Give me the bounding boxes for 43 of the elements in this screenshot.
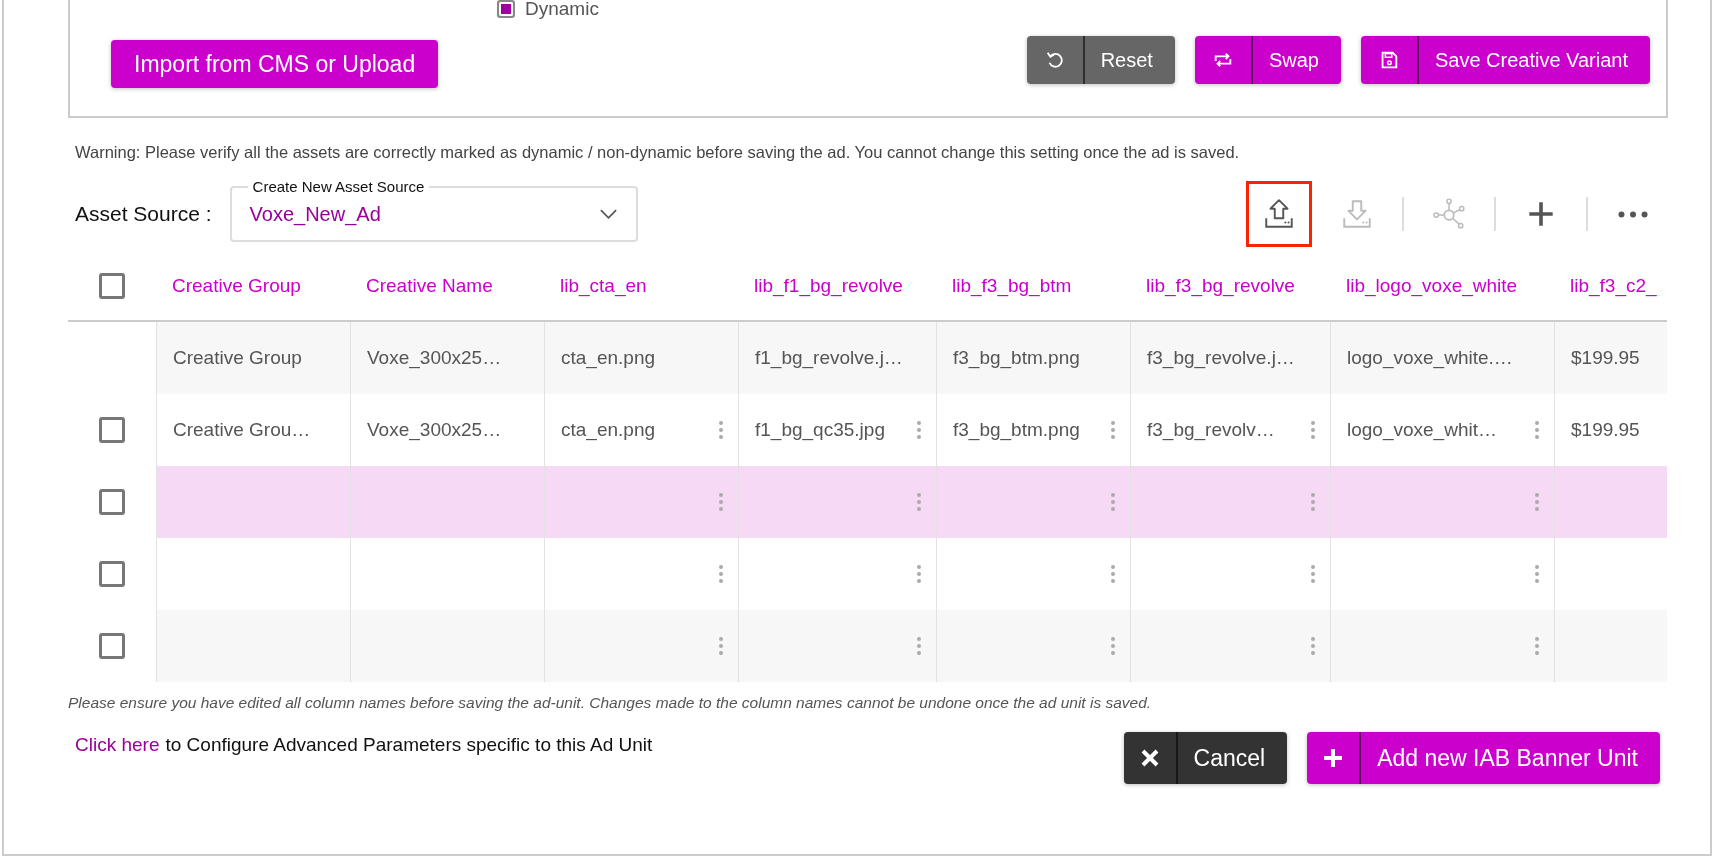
- click-here-link[interactable]: Click here: [75, 734, 160, 756]
- row-checkbox[interactable]: [99, 489, 125, 515]
- dynamic-label: Dynamic: [525, 0, 599, 18]
- row-checkbox[interactable]: [99, 633, 125, 659]
- table-row[interactable]: Creative Group Voxe_300x25… cta_en.png f1_bg_revolve.j… f3_bg_btm.png f3_bg_revolve.j… logo_voxe_white.… $199.95: [156, 322, 1667, 394]
- advanced-parameters-text: to Configure Advanced Parameters specific to this Ad Unit: [165, 734, 653, 756]
- vertical-dots-icon[interactable]: [718, 420, 724, 440]
- vertical-dots-icon[interactable]: [718, 492, 724, 512]
- swap-button[interactable]: Swap: [1194, 36, 1341, 84]
- vertical-dots-icon[interactable]: [718, 636, 724, 656]
- dynamic-checkbox[interactable]: [497, 0, 515, 18]
- row-checkbox[interactable]: [99, 417, 125, 443]
- reset-button[interactable]: Reset: [1026, 36, 1175, 84]
- asset-source-label: Asset Source :: [75, 202, 212, 226]
- vertical-dots-icon[interactable]: [1110, 420, 1116, 440]
- warning-text: Warning: Please verify all the assets are correctly marked as dynamic / non-dynamic before saving the ad. You cannot change this setting once the ad is saved.: [75, 142, 1241, 162]
- vertical-dots-icon[interactable]: [1110, 564, 1116, 584]
- vertical-dots-icon[interactable]: [1534, 564, 1540, 584]
- vertical-dots-icon[interactable]: [1310, 636, 1316, 656]
- vertical-dots-icon[interactable]: [1534, 420, 1540, 440]
- vertical-dots-icon[interactable]: [1110, 492, 1116, 512]
- note-text: Please ensure you have edited all column names before saving the ad-unit. Changes made to the column names cannot be undone once the ad unit is saved.: [68, 694, 1153, 712]
- row-checkbox[interactable]: [99, 561, 125, 587]
- save-button[interactable]: Save Creative Variant: [1360, 36, 1650, 84]
- vertical-dots-icon[interactable]: [1110, 636, 1116, 656]
- upload-button[interactable]: [1246, 181, 1312, 247]
- vertical-dots-icon[interactable]: [1310, 420, 1316, 440]
- table-cell-text: $199.95: [1570, 418, 1641, 442]
- table-cell-text: $199.95: [1570, 346, 1641, 370]
- vertical-dots-icon[interactable]: [916, 564, 922, 584]
- vertical-dots-icon[interactable]: [1310, 564, 1316, 584]
- vertical-dots-icon[interactable]: [718, 564, 724, 584]
- add-button[interactable]: Add new IAB Banner Unit: [1307, 732, 1660, 784]
- import-button[interactable]: Import from CMS or Upload: [111, 40, 439, 88]
- chevron-down-icon: [598, 208, 618, 220]
- vertical-dots-icon[interactable]: [916, 492, 922, 512]
- vertical-dots-icon[interactable]: [1534, 636, 1540, 656]
- select-all-checkbox[interactable]: [99, 273, 125, 299]
- cancel-button[interactable]: Cancel: [1123, 732, 1288, 784]
- vertical-dots-icon[interactable]: [1534, 492, 1540, 512]
- vertical-dots-icon[interactable]: [916, 420, 922, 440]
- vertical-dots-icon[interactable]: [916, 636, 922, 656]
- vertical-dots-icon[interactable]: [1310, 492, 1316, 512]
